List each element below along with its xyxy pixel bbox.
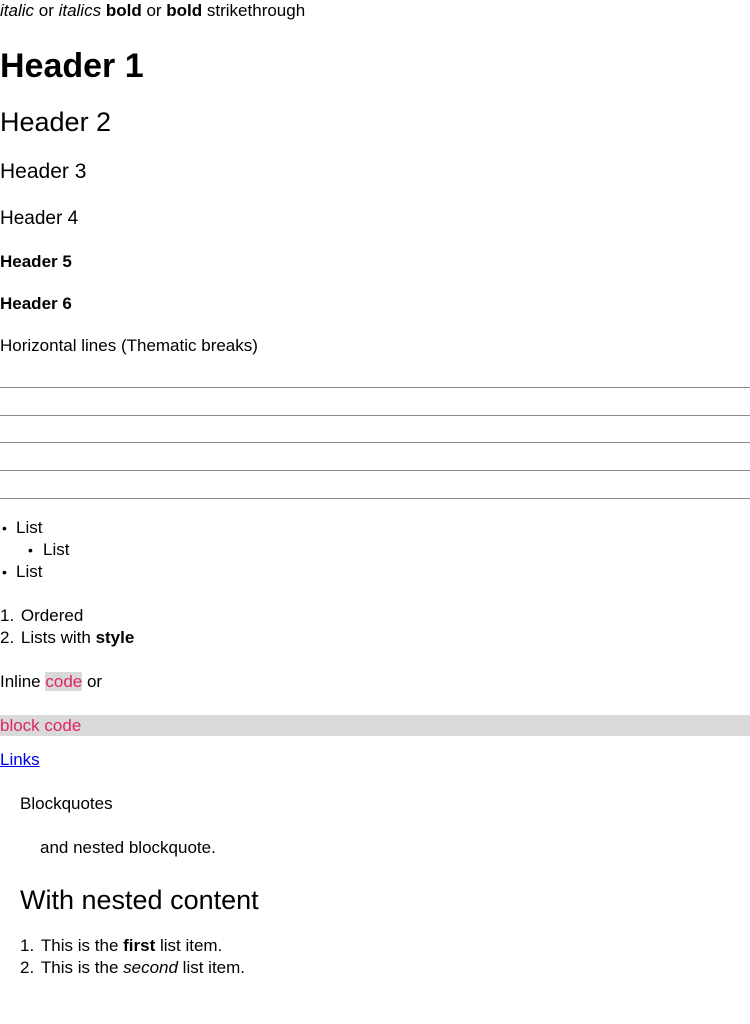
list-item-label: List [16,562,43,581]
list-item: 2. This is the second list item. [20,957,245,979]
list-item-label: List [16,518,43,537]
strikethrough-text: strikethrough [202,1,306,20]
bullet-icon: • [28,542,33,558]
list-number: 1. [0,606,15,625]
list-item-post: list item. [177,958,246,977]
list-item-italic: second [123,958,178,977]
blockquote-heading: With nested content [20,885,259,915]
horizontal-rule [0,415,750,416]
inline-code: code [45,672,83,691]
horizontal-rule [0,387,750,388]
link[interactable]: Links [0,749,40,771]
emphasis-line: italic or italics bold or bold strikethr… [0,0,305,22]
hr-caption: Horizontal lines (Thematic breaks) [0,336,258,355]
bullet-icon: • [2,520,7,536]
header-5: Header 5 [0,252,72,271]
header-1: Header 1 [0,47,144,85]
list-number: 1. [20,936,35,955]
bold-text: bold [105,1,142,20]
list-item-label: List [43,540,70,559]
header-3: Header 3 [0,160,87,183]
header-4: Header 4 [0,208,79,229]
code-block: block code [0,715,750,736]
connector-text: or [141,1,167,20]
list-item: 2. Lists with style [0,627,134,649]
bold-text-alt: bold [166,1,203,20]
list-item-post: list item. [155,936,223,955]
header-2: Header 2 [0,107,112,137]
list-item-label: Lists with [20,628,96,647]
list-item-pre: This is the [40,936,124,955]
horizontal-rule [0,442,750,443]
list-number: 2. [0,628,15,647]
list-number: 2. [20,958,35,977]
nested-blockquote-text: and nested blockquote. [40,838,216,857]
connector-text: or [34,1,59,20]
inline-code-line: Inline code or [0,671,102,693]
horizontal-rule [0,498,750,499]
bullet-icon: • [2,564,7,580]
blockquote-text: Blockquotes [20,794,113,813]
list-item-label: Ordered [20,606,84,625]
inline-code-suffix: or [82,672,103,691]
italics-text: italics [58,1,102,20]
inline-code-prefix: Inline [0,672,46,691]
header-6: Header 6 [0,294,72,313]
list-item-pre: This is the [40,958,124,977]
horizontal-rule [0,470,750,471]
list-item-bold: first [123,936,156,955]
list-item: 1. This is the first list item. [20,935,222,957]
italic-text: italic [0,1,35,20]
list-item-bold: style [95,628,135,647]
list-item: 1. Ordered [0,605,83,627]
